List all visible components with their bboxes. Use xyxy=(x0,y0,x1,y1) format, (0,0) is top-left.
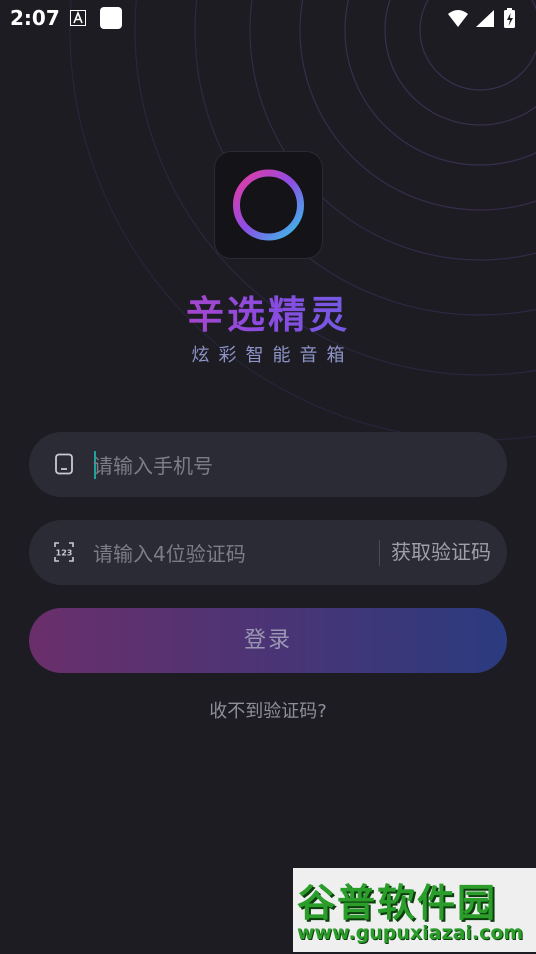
ring-logo-icon xyxy=(233,169,304,241)
battery-charging-icon xyxy=(504,8,515,28)
app-subtitle: 炫彩智能音箱 xyxy=(191,345,354,366)
code-field[interactable]: 123 获取验证码 xyxy=(29,520,507,587)
status-time: 2:07 xyxy=(10,6,60,30)
code-input[interactable] xyxy=(91,520,375,587)
watermark-title: 谷普软件园 xyxy=(297,881,498,925)
svg-text:123: 123 xyxy=(56,549,73,558)
no-code-link[interactable]: 收不到验证码? xyxy=(0,697,536,723)
app-logo xyxy=(215,152,322,258)
watermark-url: www.gupuxiazai.com xyxy=(297,922,524,944)
get-code-button[interactable]: 获取验证码 xyxy=(391,520,491,585)
status-right-icons xyxy=(448,8,515,28)
number-123-icon: 123 xyxy=(54,542,74,562)
text-a-icon xyxy=(70,10,86,26)
watermark: 谷普软件园 www.gupuxiazai.com xyxy=(293,868,536,952)
field-divider xyxy=(379,540,380,566)
app-title: 辛选精灵 xyxy=(0,284,536,339)
signal-icon xyxy=(476,10,494,27)
phone-field[interactable] xyxy=(29,432,507,499)
phone-input[interactable] xyxy=(91,432,485,499)
status-bar: 2:07 xyxy=(0,0,536,38)
phone-icon xyxy=(55,453,73,475)
login-button[interactable]: 登录 xyxy=(29,608,507,673)
app-square-icon xyxy=(100,7,122,29)
wifi-icon xyxy=(448,10,468,27)
